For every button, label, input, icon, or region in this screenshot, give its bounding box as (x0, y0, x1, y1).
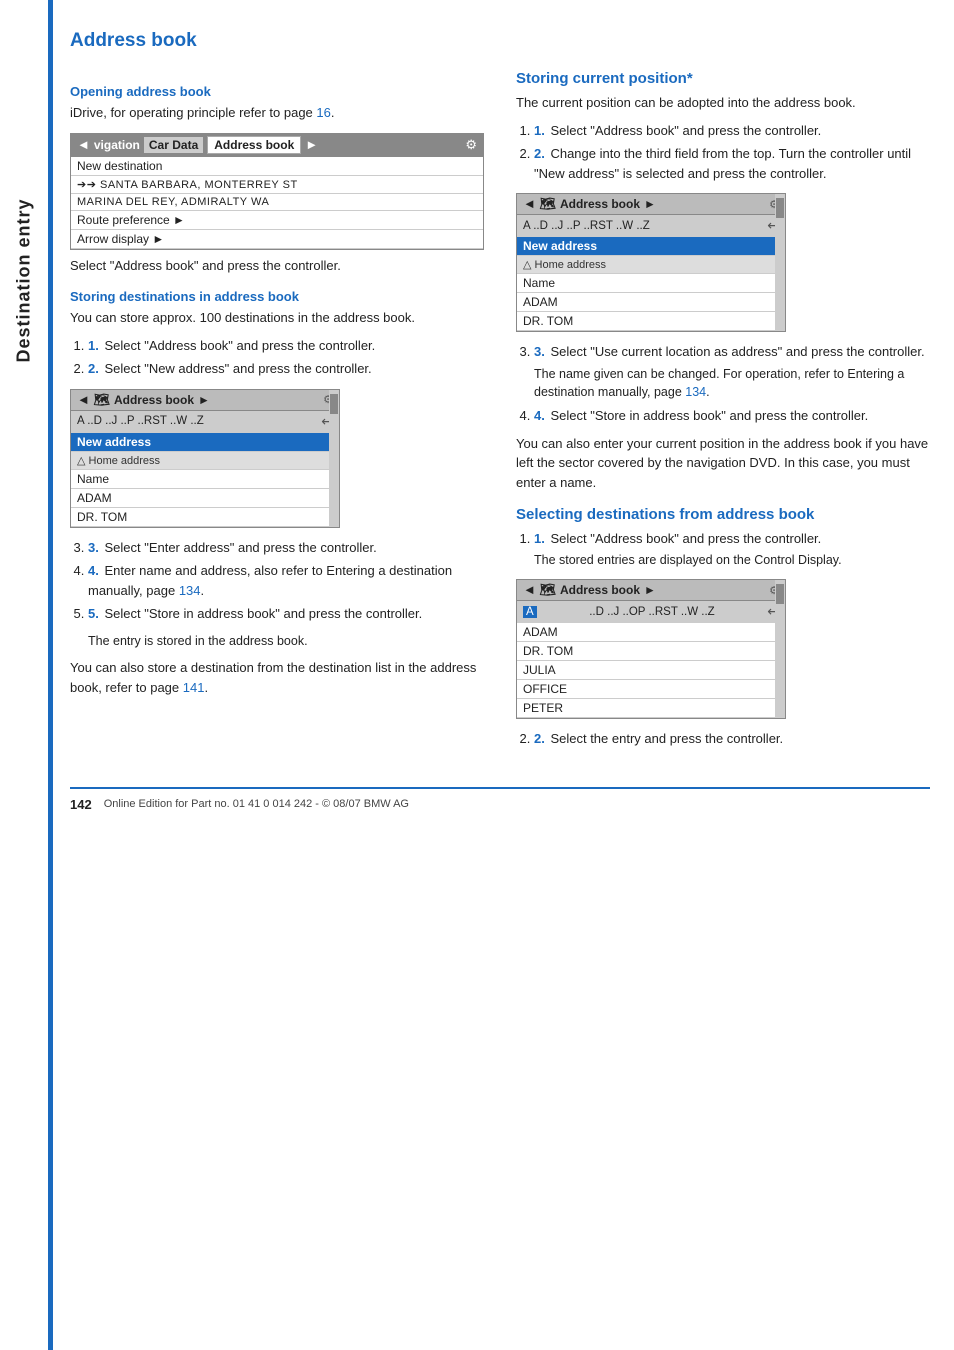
storing-step-4: 4. Enter name and address, also refer to… (88, 561, 484, 600)
adam-entry-3[interactable]: ADAM (517, 623, 785, 642)
page-number: 142 (70, 797, 92, 812)
alpha-row-2: A ..D ..J ..P ..RST ..W ..Z ↵ (517, 215, 785, 237)
name-entry-2: Name (517, 274, 785, 293)
selecting-steps-2: 2. Select the entry and press the contro… (534, 729, 930, 749)
footer-text: Online Edition for Part no. 01 41 0 014 … (104, 798, 409, 810)
addr-fwd-3: ► (644, 583, 656, 597)
addr-fwd-1: ► (198, 393, 210, 407)
drtom-entry-2: DR. TOM (517, 312, 785, 331)
blue-bar (48, 0, 53, 1350)
nav-arrow-display: Arrow display ► (71, 230, 483, 249)
storing-step-3: 3. Select "Enter address" and press the … (88, 538, 484, 558)
address-book-widget-2: ◄ 🗺 Address book ► ⚙ A ..D ..J ..P ..RST… (516, 193, 786, 332)
addr-book-label-2: Address book (560, 197, 640, 211)
nav-icon-right: ⚙ (465, 137, 477, 153)
scrollbar-3[interactable] (775, 580, 785, 718)
addr-icon-2: ◄ 🗺 (523, 196, 556, 212)
selecting-title: Selecting destinations from address book (516, 506, 930, 523)
storing-step-1: 1. Select "Address book" and press the c… (88, 336, 484, 356)
scrollbar-2[interactable] (775, 194, 785, 331)
storing-steps-list: 1. Select "Address book" and press the c… (88, 336, 484, 379)
new-address-entry-1[interactable]: New address (71, 433, 339, 452)
address-book-widget-1: ◄ 🗺 Address book ► ⚙ A ..D ..J ..P ..RST… (70, 389, 340, 528)
storing-body: You can store approx. 100 destinations i… (70, 308, 484, 328)
home-address-entry-1: △ Home address (71, 452, 339, 470)
addr-book-label-1: Address book (114, 393, 194, 407)
opening-note: Select "Address book" and press the cont… (70, 256, 484, 276)
opening-body: iDrive, for operating principle refer to… (70, 103, 484, 123)
alpha-row-3: A ..D ..J ..OP ..RST ..W ..Z ↵ (517, 601, 785, 623)
selecting-steps: 1. Select "Address book" and press the c… (534, 529, 930, 569)
drtom-entry-1: DR. TOM (71, 508, 339, 527)
current-step-3: 3. Select "Use current location as addre… (534, 342, 930, 402)
opening-title: Opening address book (70, 84, 484, 99)
nav-bar-widget: ◄ vigation Car Data Address book ► ⚙ New… (70, 133, 484, 250)
julia-entry-3[interactable]: JULIA (517, 661, 785, 680)
entry-stored-note: The entry is stored in the address book. (88, 632, 484, 651)
home-address-entry-2: △ Home address (517, 256, 785, 274)
fwd-arrow-icon: ► (305, 137, 318, 152)
storing-step-2: 2. Select "New address" and press the co… (88, 359, 484, 379)
scroll-thumb-3 (776, 584, 784, 604)
drtom-entry-3[interactable]: DR. TOM (517, 642, 785, 661)
storing-also-right: You can also enter your current position… (516, 434, 930, 493)
adam-entry-2: ADAM (517, 293, 785, 312)
addr-fwd-2: ► (644, 197, 656, 211)
peter-entry-3[interactable]: PETER (517, 699, 785, 718)
nav-recent-2: MARINA DEL REY, ADMIRALTY WA (71, 194, 483, 211)
storing-step-5: 5. Select "Store in address book" and pr… (88, 604, 484, 624)
addr-icon-3: ◄ 🗺 (523, 582, 556, 598)
scroll-thumb-1 (330, 394, 338, 414)
right-column: Storing current position* The current po… (516, 70, 930, 757)
name-entry-1: Name (71, 470, 339, 489)
current-step-1: 1. Select "Address book" and press the c… (534, 121, 930, 141)
nav-new-destination: New destination (71, 157, 483, 176)
storing-current-body: The current position can be adopted into… (516, 93, 930, 113)
adam-entry-1: ADAM (71, 489, 339, 508)
storing-current-steps: 1. Select "Address book" and press the c… (534, 121, 930, 184)
nav-tab-addressbook[interactable]: Address book (207, 136, 301, 154)
nav-route-pref: Route preference ► (71, 211, 483, 230)
page-title: Address book (70, 30, 930, 52)
addr-icon-1: ◄ 🗺 (77, 392, 110, 408)
nav-recent-1: ➔➔ SANTA BARBARA, MONTERREY ST (71, 176, 483, 194)
addr-book-label-3: Address book (560, 583, 640, 597)
storing-current-steps-2: 3. Select "Use current location as addre… (534, 342, 930, 426)
storing-also-note: You can also store a destination from th… (70, 658, 484, 697)
address-book-widget-3: ◄ 🗺 Address book ► ⚙ A ..D ..J ..OP ..RS… (516, 579, 786, 719)
back-arrow-icon: ◄ (77, 137, 90, 152)
left-column: Opening address book iDrive, for operati… (70, 70, 484, 757)
current-step-4: 4. Select "Store in address book" and pr… (534, 406, 930, 426)
sidebar-label: Destination entry (0, 120, 48, 440)
office-entry-3[interactable]: OFFICE (517, 680, 785, 699)
selecting-step-1: 1. Select "Address book" and press the c… (534, 529, 930, 569)
nav-tab-cardata: Car Data (144, 137, 203, 153)
current-step-2: 2. Change into the third field from the … (534, 144, 930, 183)
nav-tab-vigation: vigation (94, 138, 140, 152)
storing-steps-list-2: 3. Select "Enter address" and press the … (88, 538, 484, 624)
storing-title: Storing destinations in address book (70, 289, 484, 304)
new-address-entry-2[interactable]: New address (517, 237, 785, 256)
scrollbar-1[interactable] (329, 390, 339, 527)
alpha-row-1: A ..D ..J ..P ..RST ..W ..Z ↵ (71, 411, 339, 433)
scroll-thumb-2 (776, 198, 784, 218)
page-footer: 142 Online Edition for Part no. 01 41 0 … (70, 787, 930, 812)
selecting-step-2: 2. Select the entry and press the contro… (534, 729, 930, 749)
storing-current-title: Storing current position* (516, 70, 930, 87)
